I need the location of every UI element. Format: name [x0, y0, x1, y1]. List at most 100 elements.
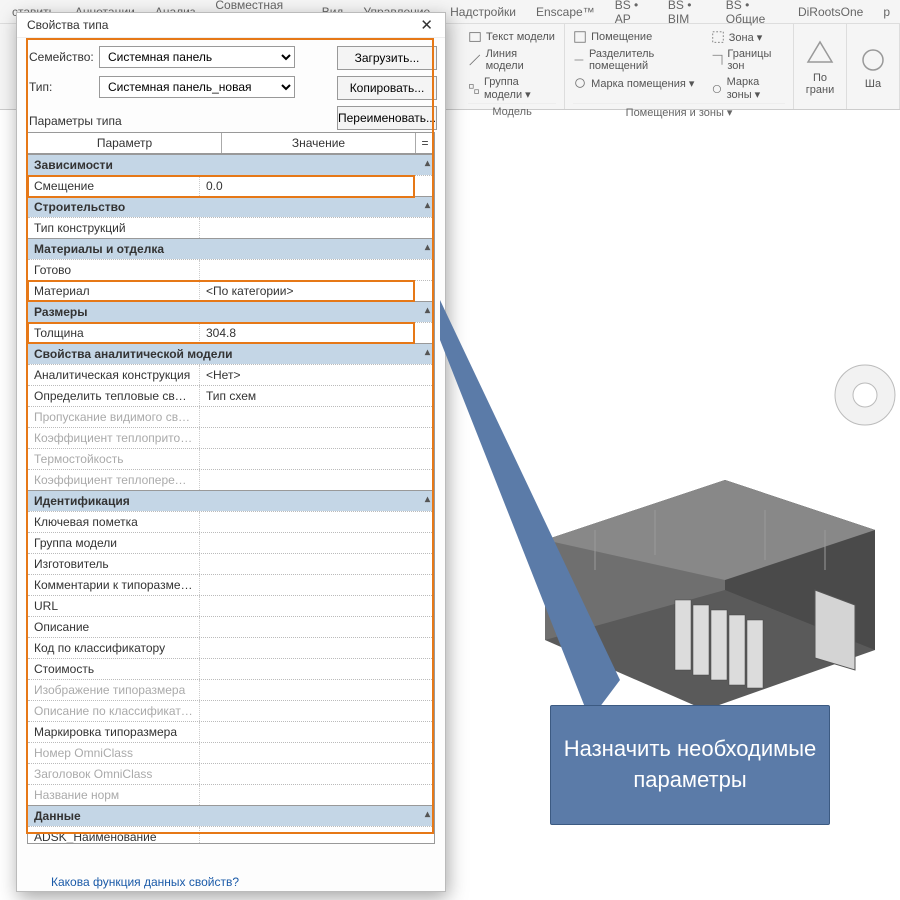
type-properties-dialog: Свойства типа ✕ Семейство: Системная пан…	[16, 12, 446, 892]
param-value[interactable]	[200, 680, 434, 700]
ribbon-tab[interactable]: Надстройки	[440, 1, 526, 23]
param-row[interactable]: Изображение типоразмера	[28, 679, 434, 700]
param-value[interactable]	[200, 428, 434, 448]
param-value[interactable]	[200, 638, 434, 658]
param-value[interactable]	[200, 407, 434, 427]
param-value[interactable]	[200, 596, 434, 616]
param-row[interactable]: Код по классификатору	[28, 637, 434, 658]
section-header[interactable]: Свойства аналитической модели▴	[28, 343, 434, 364]
param-row[interactable]: Толщина304.8	[28, 322, 434, 343]
collapse-icon[interactable]: ▴	[425, 305, 430, 316]
param-row[interactable]: Коэффициент теплопередачи (	[28, 469, 434, 490]
family-select[interactable]: Системная панель	[99, 46, 295, 68]
panel-title-model: Модель	[468, 103, 556, 118]
btn-model-group[interactable]: Группа модели ▾	[468, 74, 556, 103]
param-value[interactable]	[200, 764, 434, 784]
param-row[interactable]: Пропускание видимого света	[28, 406, 434, 427]
param-row[interactable]: Определить тепловые свойстваТип схем	[28, 385, 434, 406]
close-icon[interactable]: ✕	[416, 16, 437, 34]
dialog-title: Свойства типа	[27, 18, 108, 32]
col-param[interactable]: Параметр	[28, 133, 222, 153]
param-value[interactable]	[200, 659, 434, 679]
copy-button[interactable]: Копировать...	[337, 76, 437, 100]
param-row[interactable]: Номер OmniClass	[28, 742, 434, 763]
btn-zone-bound[interactable]: Границы зон	[711, 46, 785, 74]
param-value[interactable]	[200, 218, 434, 238]
param-row[interactable]: Тип конструкций	[28, 217, 434, 238]
param-row[interactable]: Название норм	[28, 784, 434, 805]
param-row[interactable]: Изготовитель	[28, 553, 434, 574]
btn-room-sep[interactable]: Разделитель помещений	[573, 46, 697, 74]
param-row[interactable]: Термостойкость	[28, 448, 434, 469]
btn-model-text[interactable]: Текст модели	[468, 28, 556, 46]
param-row[interactable]: Описание по классификатору	[28, 700, 434, 721]
param-row[interactable]: Описание	[28, 616, 434, 637]
col-eq[interactable]: =	[416, 133, 434, 153]
collapse-icon[interactable]: ▴	[425, 158, 430, 169]
param-value[interactable]	[200, 701, 434, 721]
param-row[interactable]: Готово	[28, 259, 434, 280]
type-select[interactable]: Системная панель_новая	[99, 76, 295, 98]
param-value[interactable]	[200, 743, 434, 763]
rename-button[interactable]: Переименовать...	[337, 106, 437, 130]
btn-room[interactable]: Помещение	[573, 28, 697, 46]
param-row[interactable]: Маркировка типоразмера	[28, 721, 434, 742]
param-name: Толщина	[28, 323, 200, 343]
param-value[interactable]: 304.8	[200, 323, 434, 343]
param-row[interactable]: ADSK_Наименование	[28, 826, 434, 844]
help-link[interactable]: Какова функция данных свойств?	[51, 875, 239, 889]
param-value[interactable]	[200, 449, 434, 469]
param-value[interactable]	[200, 470, 434, 490]
param-row[interactable]: Материал<По категории>	[28, 280, 434, 301]
grid-body[interactable]: Зависимости▴Смещение0.0Строительство▴Тип…	[27, 154, 435, 844]
section-header[interactable]: Идентификация▴	[28, 490, 434, 511]
section-header[interactable]: Размеры▴	[28, 301, 434, 322]
btn-zone-tag[interactable]: Марка зоны ▾	[711, 74, 785, 103]
collapse-icon[interactable]: ▴	[425, 347, 430, 358]
param-value[interactable]	[200, 785, 434, 805]
param-value[interactable]	[200, 617, 434, 637]
collapse-icon[interactable]: ▴	[425, 809, 430, 820]
param-value[interactable]	[200, 512, 434, 532]
collapse-icon[interactable]: ▴	[425, 200, 430, 211]
param-row[interactable]: Группа модели	[28, 532, 434, 553]
param-row[interactable]: Смещение0.0	[28, 175, 434, 196]
btn-zone[interactable]: Зона ▾	[711, 28, 785, 46]
panel-byface[interactable]: По грани	[794, 24, 847, 109]
col-value[interactable]: Значение	[222, 133, 416, 153]
param-value[interactable]: <Нет>	[200, 365, 434, 385]
viewport-3d[interactable]	[450, 120, 900, 720]
param-row[interactable]: Комментарии к типоразмеру	[28, 574, 434, 595]
load-button[interactable]: Загрузить...	[337, 46, 437, 70]
collapse-icon[interactable]: ▴	[425, 494, 430, 505]
param-value[interactable]: 0.0	[200, 176, 434, 196]
section-header[interactable]: Данные▴	[28, 805, 434, 826]
ribbon-tab[interactable]: DiRootsOne	[788, 1, 873, 23]
ribbon-tab[interactable]: Enscape™	[526, 1, 605, 23]
ribbon-tab[interactable]: p	[873, 1, 900, 23]
btn-room-tag[interactable]: Марка помещения ▾	[573, 74, 697, 92]
param-row[interactable]: Аналитическая конструкция<Нет>	[28, 364, 434, 385]
collapse-icon[interactable]: ▴	[425, 242, 430, 253]
section-header[interactable]: Строительство▴	[28, 196, 434, 217]
param-row[interactable]: Коэффициент теплопритока от	[28, 427, 434, 448]
param-row[interactable]: URL	[28, 595, 434, 616]
param-name: Пропускание видимого света	[28, 407, 200, 427]
section-header[interactable]: Зависимости▴	[28, 154, 434, 175]
param-row[interactable]: Ключевая пометка	[28, 511, 434, 532]
param-value[interactable]	[200, 575, 434, 595]
param-value[interactable]	[200, 827, 434, 844]
param-value[interactable]: Тип схем	[200, 386, 434, 406]
panel-extra[interactable]: Ша	[847, 24, 900, 109]
param-value[interactable]	[200, 533, 434, 553]
param-value[interactable]	[200, 722, 434, 742]
param-row[interactable]: Заголовок OmniClass	[28, 763, 434, 784]
param-name: Изображение типоразмера	[28, 680, 200, 700]
param-value[interactable]: <По категории>	[200, 281, 434, 301]
btn-model-line[interactable]: Линия модели	[468, 46, 556, 74]
param-value[interactable]	[200, 260, 434, 280]
param-value[interactable]	[200, 554, 434, 574]
param-row[interactable]: Стоимость	[28, 658, 434, 679]
param-name: ADSK_Наименование	[28, 827, 200, 844]
section-header[interactable]: Материалы и отделка▴	[28, 238, 434, 259]
